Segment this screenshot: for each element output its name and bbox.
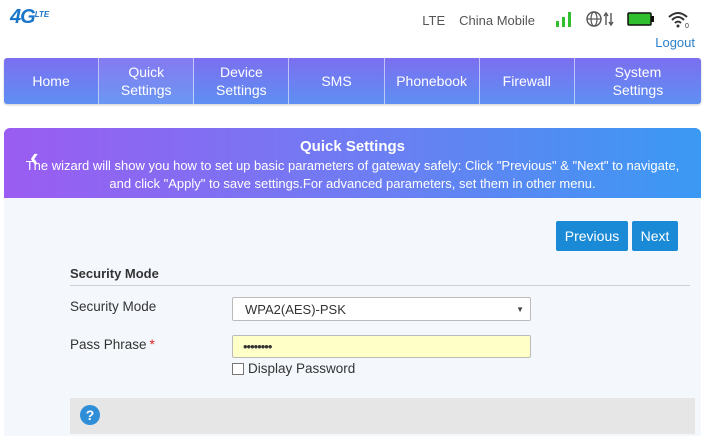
nav-device-settings[interactable]: Device Settings <box>194 58 290 104</box>
security-mode-label: Security Mode <box>70 299 157 314</box>
logo-sub: LTE <box>34 10 50 19</box>
security-mode-value: WPA2(AES)-PSK <box>245 302 346 317</box>
network-type: LTE <box>422 12 446 28</box>
nav-sms[interactable]: SMS <box>289 58 385 104</box>
page-description: The wizard will show you how to set up b… <box>25 158 680 191</box>
pass-phrase-label: Pass Phrase <box>70 337 147 352</box>
page-header-banner: ‹ Quick Settings The wizard will show yo… <box>4 128 701 198</box>
nav-phonebook[interactable]: Phonebook <box>385 58 480 104</box>
signal-strength-icon <box>555 11 573 30</box>
status-bar: LTE China Mobile 0 <box>422 9 691 31</box>
display-password-label[interactable]: Display Password <box>248 361 355 376</box>
nav-home[interactable]: Home <box>4 58 100 104</box>
nav-quick-settings[interactable]: Quick Settings <box>99 58 195 104</box>
logout-link[interactable]: Logout <box>655 35 695 50</box>
svg-text:0: 0 <box>685 23 689 28</box>
nav-system-settings[interactable]: System Settings <box>575 58 701 104</box>
page-title: Quick Settings <box>299 138 406 155</box>
nav-firewall[interactable]: Firewall <box>480 58 575 104</box>
next-button[interactable]: Next <box>632 221 678 251</box>
logo-main: 4G <box>10 6 36 28</box>
carrier-name: China Mobile <box>459 12 535 28</box>
display-password-checkbox[interactable] <box>232 362 244 375</box>
back-chevron-icon[interactable]: ‹ <box>30 142 39 173</box>
data-connection-icon <box>585 10 615 31</box>
previous-button[interactable]: Previous <box>556 221 628 251</box>
wifi-icon: 0 <box>667 10 691 31</box>
required-asterisk: * <box>149 337 155 352</box>
security-mode-select[interactable]: WPA2(AES)-PSK ▼ <box>232 297 531 321</box>
dropdown-arrow-icon: ▼ <box>516 305 524 314</box>
help-bar: ? <box>70 398 695 434</box>
battery-icon <box>627 11 655 30</box>
pass-phrase-label-row: Pass Phrase * <box>70 337 155 352</box>
display-password-row: Display Password <box>232 361 355 376</box>
brand-logo: 4GLTE <box>10 6 49 29</box>
main-navigation: Home Quick Settings Device Settings SMS … <box>4 58 701 104</box>
help-icon[interactable]: ? <box>80 405 100 425</box>
pass-phrase-input[interactable]: •••••••• <box>232 335 531 358</box>
wizard-content: Previous Next Security Mode Security Mod… <box>4 198 701 436</box>
section-title: Security Mode <box>70 266 690 286</box>
